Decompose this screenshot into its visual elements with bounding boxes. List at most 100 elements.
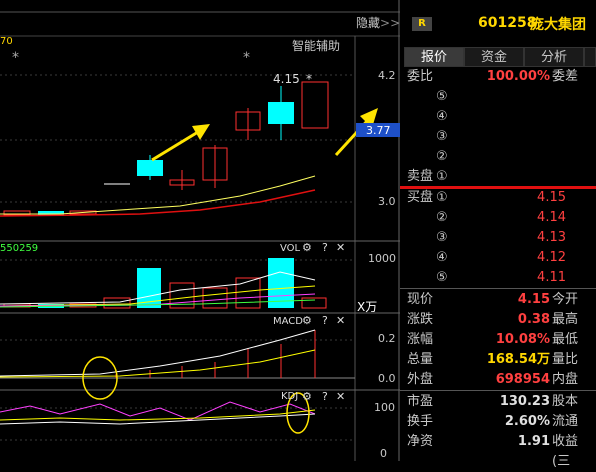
divider	[400, 390, 596, 391]
stock-header: R 601258 庞大集团	[400, 0, 596, 46]
quote-label-secondary: 收益(三	[552, 434, 579, 469]
sell-row: ④	[400, 107, 596, 127]
vol-help-icon[interactable]: ?	[322, 241, 328, 254]
vol-settings-icon[interactable]: ⚙	[302, 241, 312, 254]
quote-row: 总量 168.54万 量比	[400, 350, 596, 370]
sell-row: ⑤	[400, 87, 596, 107]
quote-row: 净资 1.91 收益(三	[400, 432, 596, 469]
quote-row: 现价 4.15 今开	[400, 290, 596, 310]
current-price-tag: 3.77	[366, 124, 391, 137]
macd-settings-icon[interactable]: ⚙	[302, 314, 312, 327]
smart-assist-button[interactable]: 智能辅助	[292, 37, 340, 54]
vol-value: 550259	[0, 243, 39, 254]
buy-row: ④ 4.12	[400, 248, 596, 268]
quote-value: 168.54万	[486, 352, 550, 367]
tab-funds[interactable]: 资金	[464, 47, 524, 67]
quote-label: 换手	[407, 414, 434, 429]
sell-row: ②	[400, 147, 596, 167]
quote-row: 涨幅 10.08% 最低	[400, 330, 596, 350]
hide-button[interactable]: 隐藏>>	[356, 14, 400, 31]
buy-price: 4.14	[537, 210, 566, 225]
stock-badge: R	[412, 17, 432, 31]
stock-name: 庞大集团	[530, 17, 586, 33]
buy-level: ⑤	[436, 270, 448, 285]
buy-row: ⑤ 4.11	[400, 268, 596, 288]
sell-level: ④	[436, 109, 448, 124]
sell-level: ②	[436, 149, 448, 164]
sell-level: ①	[436, 169, 448, 184]
weibi-row: 委比 100.00% 委差	[400, 67, 596, 87]
quote-label-secondary: 量比	[552, 352, 579, 367]
quote-label: 净资	[407, 434, 434, 449]
quote-label: 总量	[407, 352, 434, 367]
hide-label: 隐藏	[356, 16, 381, 30]
quote-label-secondary: 流通	[552, 414, 579, 429]
tab-quote[interactable]: 报价	[404, 47, 464, 67]
buy-row: ② 4.14	[400, 208, 596, 228]
buy-price: 4.11	[537, 270, 566, 285]
quote-label-secondary: 最低	[552, 332, 579, 347]
quote-row: 涨跌 0.38 最高	[400, 310, 596, 330]
y-tick-3.0: 3.0	[378, 195, 396, 208]
partial-label: 70	[0, 36, 13, 47]
macd-close-icon[interactable]: ✕	[336, 314, 345, 327]
kdj-y-tick: 100	[374, 401, 395, 414]
kdj-help-icon[interactable]: ?	[322, 390, 328, 403]
quote-label-secondary: 今开	[552, 292, 579, 307]
kdj-y-tick: 0	[380, 447, 387, 460]
buy-label: 买盘	[407, 190, 434, 205]
buy-row: 买盘 ① 4.15	[400, 188, 596, 208]
quote-label: 涨跌	[407, 312, 434, 327]
sell-row: ③	[400, 127, 596, 147]
weibi-value: 100.00%	[486, 69, 550, 84]
quote-value: 2.60%	[504, 414, 550, 429]
quote-value: 1.91	[517, 434, 550, 449]
candle	[137, 160, 163, 176]
buy-price: 4.13	[537, 230, 566, 245]
hide-arrows-icon: >>	[380, 16, 401, 30]
sell-level: ⑤	[436, 89, 448, 104]
weibi-label: 委比	[407, 69, 434, 84]
macd-y-tick: 0.2	[378, 332, 396, 345]
vol-y-tick: 1000	[368, 252, 396, 265]
quote-label: 涨幅	[407, 332, 434, 347]
quote-label: 外盘	[407, 372, 434, 387]
buy-level: ④	[436, 250, 448, 265]
quote-value: 0.38	[517, 312, 550, 327]
tab-more[interactable]	[584, 47, 596, 67]
kdj-close-icon[interactable]: ✕	[336, 390, 345, 403]
quote-label: 现价	[407, 292, 434, 307]
y-tick-4.2: 4.2	[378, 69, 396, 82]
buy-price: 4.12	[537, 250, 566, 265]
vol-title: VOL	[280, 243, 301, 254]
quote-label-secondary: 最高	[552, 312, 579, 327]
quote-value: 4.15	[517, 292, 550, 307]
quote-panel: R 601258 庞大集团 报价 资金 分析 委比 100.00% 委差 ⑤ ④…	[400, 0, 596, 469]
quote-row: 换手 2.60% 流通	[400, 412, 596, 432]
buy-level: ③	[436, 230, 448, 245]
buy-row: ③ 4.13	[400, 228, 596, 248]
macd-title: MACD	[273, 316, 303, 327]
macd-help-icon[interactable]: ?	[322, 314, 328, 327]
marker-star: *	[12, 50, 19, 66]
candle	[268, 102, 294, 124]
tab-analysis[interactable]: 分析	[524, 47, 584, 67]
marker-star: *	[306, 72, 312, 86]
sell-row: 卖盘 ①	[400, 167, 596, 187]
marker-star: *	[243, 50, 250, 66]
quote-value: 698954	[495, 372, 550, 387]
kdj-settings-icon[interactable]: ⚙	[302, 390, 312, 403]
quote-label-secondary: 股本	[552, 394, 579, 409]
buy-price: 4.15	[537, 190, 566, 205]
sell-label: 卖盘	[407, 169, 434, 184]
quote-label-secondary: 内盘	[552, 372, 579, 387]
buy-level: ②	[436, 210, 448, 225]
quote-value: 130.23	[499, 394, 550, 409]
quote-label: 市盈	[407, 394, 434, 409]
sell-level: ③	[436, 129, 448, 144]
quote-row: 市盈 130.23 股本	[400, 392, 596, 412]
kdj-title: KDJ	[281, 391, 299, 402]
vol-close-icon[interactable]: ✕	[336, 241, 345, 254]
divider	[400, 288, 596, 289]
macd-y-tick: 0.0	[378, 372, 396, 385]
